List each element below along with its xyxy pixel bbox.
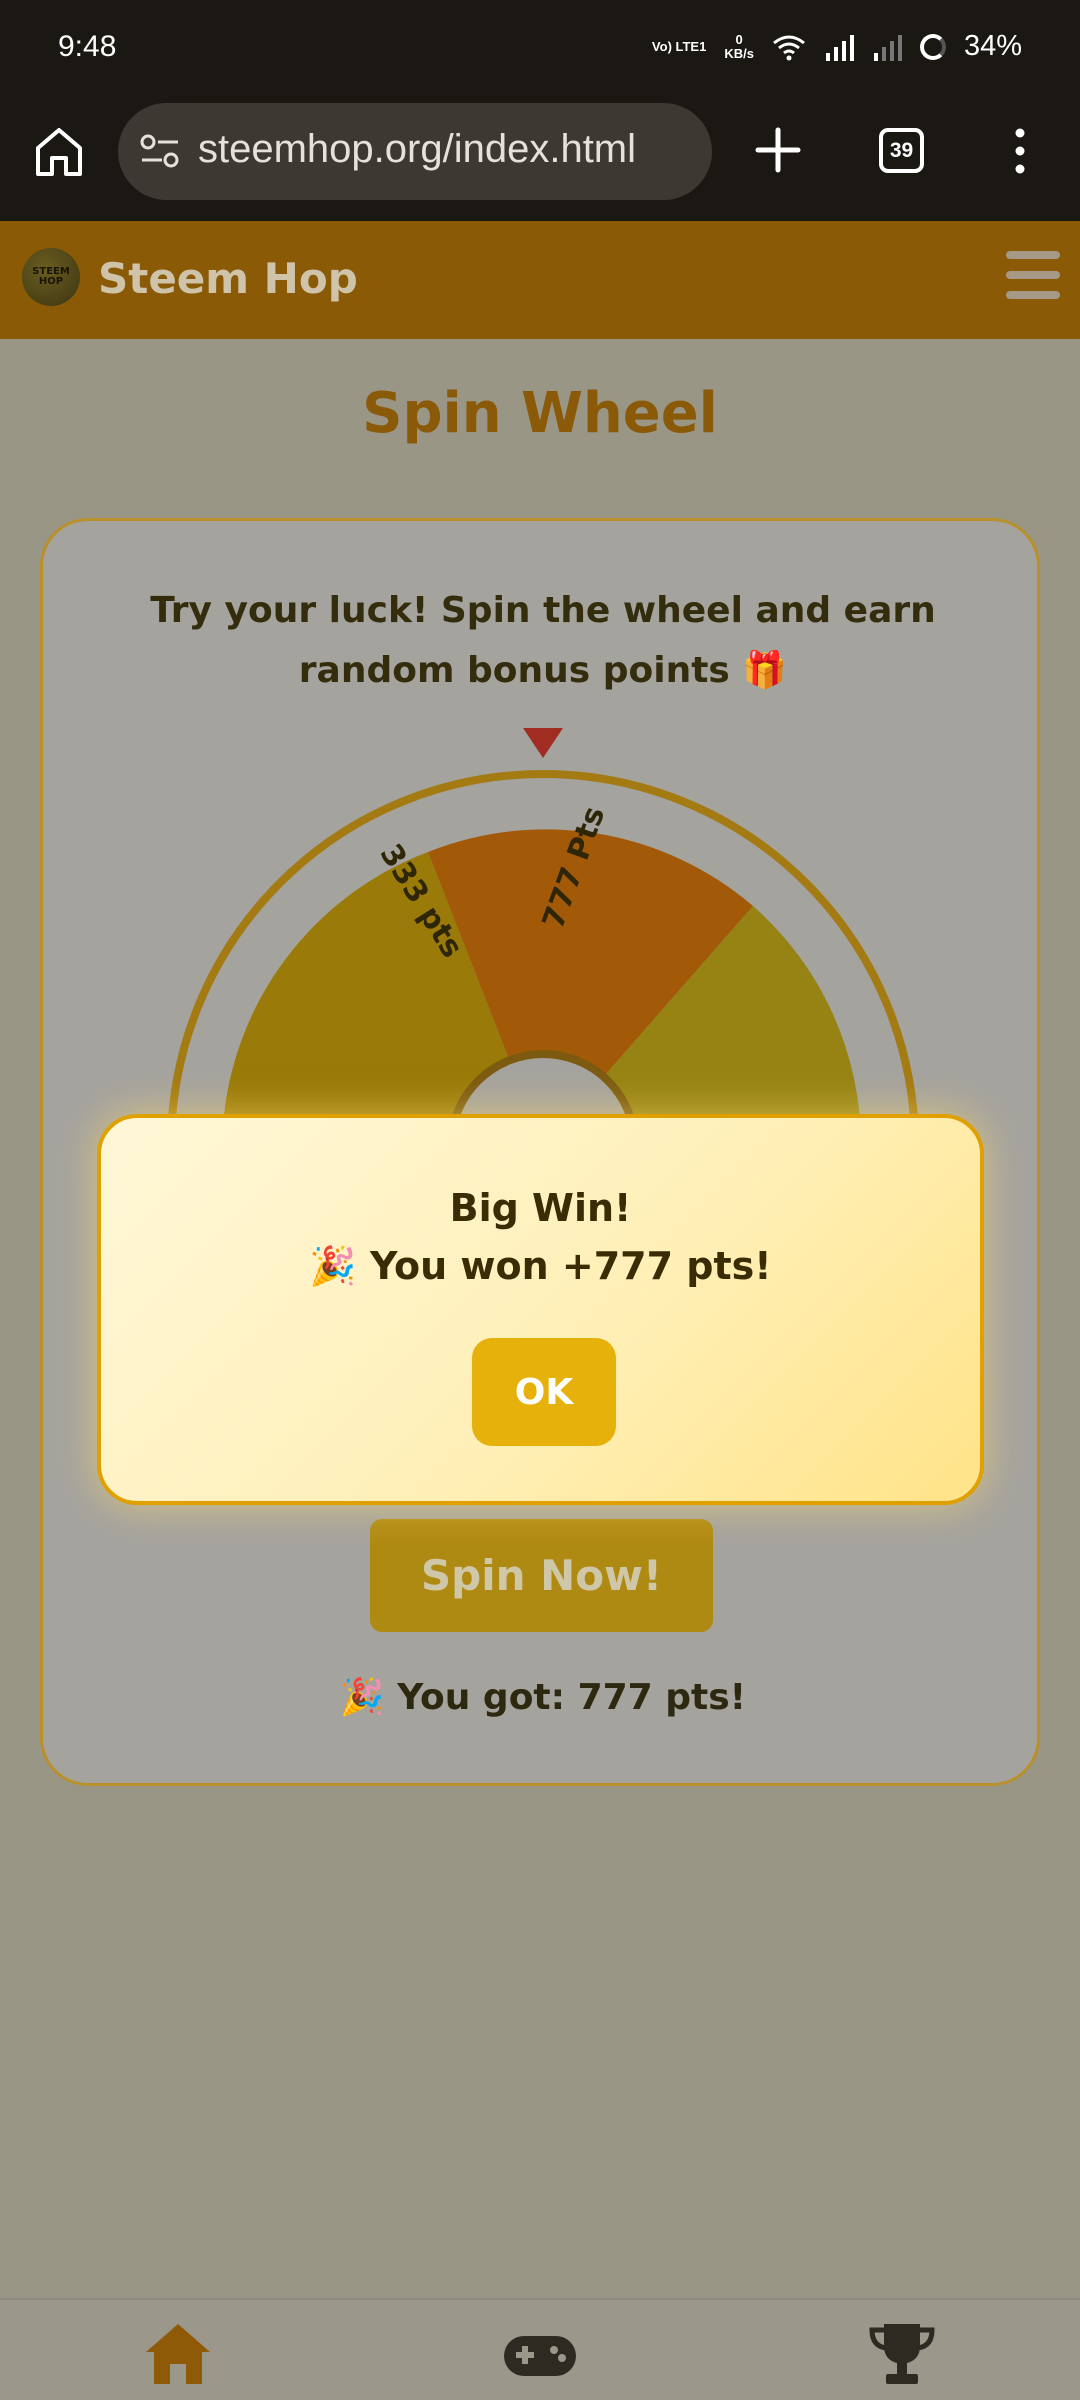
- volte-indicator: Vo) LTE1: [651, 38, 707, 54]
- intro-line-1: Try your luck! Spin the wheel and earn: [150, 590, 936, 631]
- wifi-icon: [773, 35, 805, 60]
- new-tab-icon[interactable]: [754, 126, 802, 174]
- network-label: Vo) LTE1: [651, 38, 707, 54]
- bottom-nav: [0, 2298, 1080, 2400]
- signal-icon: [825, 34, 854, 61]
- battery-icon: [919, 33, 946, 60]
- site-logo[interactable]: STEEM HOP: [22, 248, 80, 306]
- nav-leaderboard-trophy-icon[interactable]: [866, 2318, 938, 2390]
- spin-now-button[interactable]: Spin Now!: [370, 1519, 713, 1632]
- ok-button[interactable]: OK: [472, 1338, 616, 1446]
- more-menu-icon[interactable]: [1010, 128, 1030, 174]
- spin-result-text: 🎉 You got: 777 pts!: [339, 1677, 747, 1718]
- win-modal: Big Win! 🎉 You won +777 pts! OK: [97, 1114, 984, 1505]
- modal-message: 🎉 You won +777 pts!: [309, 1244, 772, 1288]
- browser-toolbar: steemhop.org/index.html 39: [0, 100, 1080, 221]
- spin-wheel[interactable]: 333 pts 777 Pts: [163, 726, 923, 1146]
- data-rate-value: 0: [735, 31, 743, 47]
- site-name[interactable]: Steem Hop: [98, 254, 358, 303]
- site-header: STEEM HOP Steem Hop: [0, 221, 1080, 339]
- nav-games-icon[interactable]: [502, 2318, 578, 2390]
- intro-text: Try your luck! Spin the wheel and earn r…: [113, 581, 973, 701]
- home-icon[interactable]: [32, 124, 86, 178]
- page-title: Spin Wheel: [362, 381, 718, 446]
- tab-switcher-button[interactable]: 39: [879, 128, 924, 173]
- status-icons: Vo) LTE1 0 KB/s 34%: [652, 30, 1022, 63]
- status-time: 9:48: [58, 30, 117, 63]
- data-rate-indicator: 0 KB/s: [724, 31, 754, 61]
- site-settings-icon[interactable]: [140, 133, 180, 169]
- intro-line-2: random bonus points 🎁: [298, 650, 788, 691]
- hamburger-menu-icon[interactable]: [1006, 251, 1060, 301]
- battery-percent: 34%: [963, 30, 1022, 62]
- modal-title: Big Win!: [449, 1186, 632, 1230]
- data-rate-unit: KB/s: [724, 45, 754, 61]
- nav-home-icon[interactable]: [142, 2318, 214, 2390]
- wheel-pointer-icon: [523, 728, 563, 758]
- status-bar: 9:48 Vo) LTE1 0 KB/s 34%: [0, 0, 1080, 100]
- address-bar[interactable]: steemhop.org/index.html: [118, 103, 712, 200]
- site-logo-text: STEEM HOP: [32, 266, 70, 287]
- url-text[interactable]: steemhop.org/index.html: [198, 127, 636, 172]
- signal-sim2-icon: [873, 34, 902, 61]
